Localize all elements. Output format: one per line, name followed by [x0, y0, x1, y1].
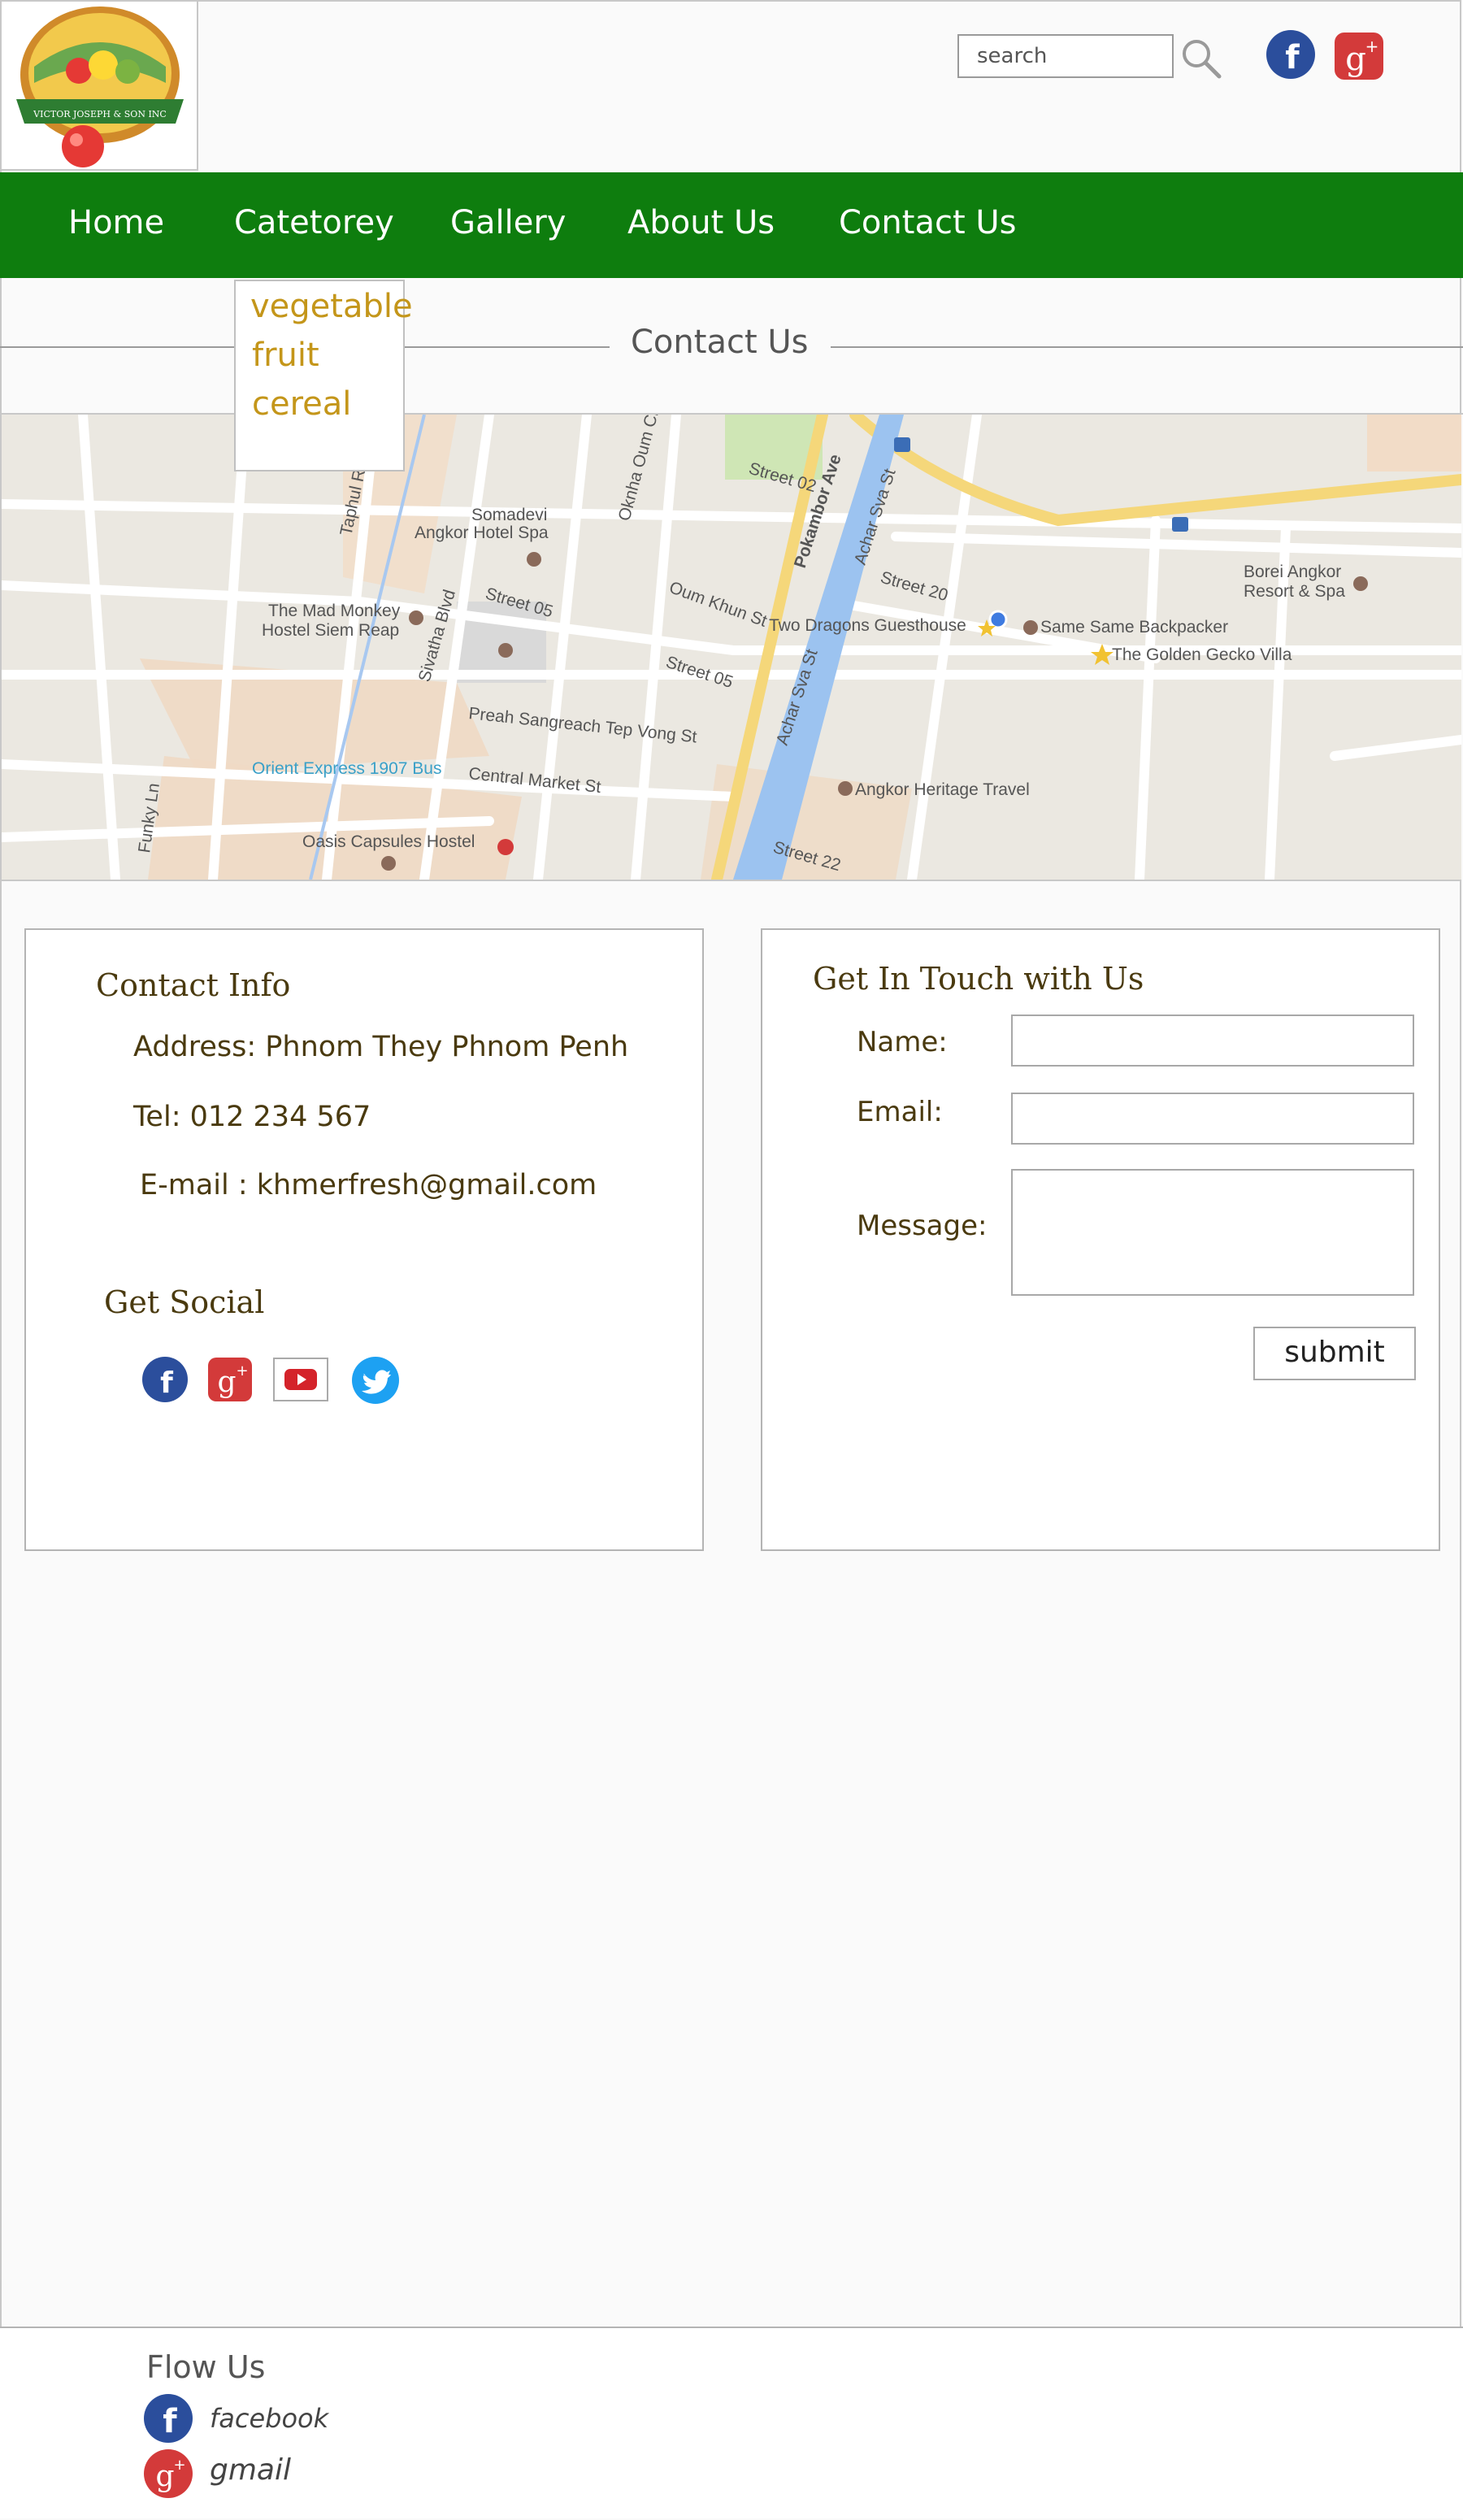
facebook-icon[interactable]: f [1265, 29, 1316, 80]
twitter-icon[interactable] [351, 1356, 400, 1405]
svg-text:Hostel Siem Reap: Hostel Siem Reap [262, 621, 399, 640]
name-field[interactable] [1011, 1015, 1414, 1067]
get-in-touch-panel: Get In Touch with Us Name: Email: Messag… [761, 928, 1440, 1551]
svg-text:Oasis Capsules Hostel: Oasis Capsules Hostel [302, 832, 475, 851]
nav-item-category[interactable]: Catetorey [234, 172, 394, 278]
email-label: Email: [857, 1096, 943, 1128]
footer-title: Flow Us [146, 2349, 266, 2385]
contact-tel: Tel: 012 234 567 [133, 1101, 371, 1133]
facebook-icon[interactable]: f [143, 2393, 193, 2444]
svg-text:Angkor Hotel Spa: Angkor Hotel Spa [415, 524, 549, 542]
svg-text:f: f [160, 1366, 173, 1400]
footer: Flow Us f facebook g + gmail [0, 2327, 1463, 2518]
category-dropdown: vegetable fruit cereal [234, 280, 413, 471]
dropdown-item-vegetable[interactable]: vegetable [250, 288, 413, 325]
svg-text:+: + [173, 2457, 185, 2474]
message-label: Message: [857, 1210, 988, 1242]
svg-text:Same Same Backpacker: Same Same Backpacker [1040, 618, 1228, 637]
contact-email[interactable]: E-mail : khmerfresh@gmail.com [140, 1169, 597, 1201]
contact-info-panel: Contact Info Address: Phnom They Phnom P… [24, 928, 704, 1551]
logo[interactable]: VICTOR JOSEPH & SON INC [0, 0, 198, 171]
email-field[interactable] [1011, 1093, 1414, 1145]
name-label: Name: [857, 1026, 948, 1058]
nav-item-about-us[interactable]: About Us [627, 172, 775, 278]
main-nav: Home Catetorey Gallery About Us Contact … [0, 172, 1463, 278]
svg-text:g: g [217, 1366, 236, 1399]
nav-item-home[interactable]: Home [68, 172, 164, 278]
svg-text:+: + [1365, 37, 1379, 56]
svg-text:+: + [236, 1362, 248, 1379]
contact-address: Address: Phnom They Phnom Penh [133, 1031, 629, 1063]
logo-emblem-icon: VICTOR JOSEPH & SON INC [16, 7, 184, 167]
svg-text:Orient Express 1907 Bus: Orient Express 1907 Bus [252, 759, 441, 778]
footer-link-gmail[interactable]: gmail [210, 2453, 291, 2487]
title-divider-right [831, 346, 1463, 348]
svg-text:Two Dragons Guesthouse: Two Dragons Guesthouse [769, 616, 966, 635]
header: VICTOR JOSEPH & SON INC search f g + [0, 0, 1463, 172]
svg-text:Resort & Spa: Resort & Spa [1244, 582, 1345, 601]
submit-button[interactable]: submit [1253, 1327, 1416, 1380]
svg-text:g: g [155, 2460, 174, 2493]
google-plus-icon[interactable]: g + [1333, 31, 1385, 81]
get-in-touch-heading: Get In Touch with Us [813, 961, 1144, 997]
facebook-icon[interactable]: f [141, 1356, 189, 1403]
dropdown-item-cereal[interactable]: cereal [252, 385, 351, 423]
svg-text:g: g [1345, 41, 1366, 78]
search-icon[interactable] [1180, 37, 1222, 80]
svg-text:f: f [163, 2403, 177, 2440]
svg-text:The Golden Gecko Villa: The Golden Gecko Villa [1112, 645, 1292, 664]
page-title: Contact Us [631, 324, 809, 361]
svg-text:Borei Angkor: Borei Angkor [1244, 563, 1341, 581]
nav-item-gallery[interactable]: Gallery [450, 172, 566, 278]
dropdown-item-fruit[interactable]: fruit [252, 337, 319, 374]
search-input[interactable]: search [957, 34, 1174, 78]
youtube-icon[interactable] [273, 1356, 328, 1403]
nav-item-contact-us[interactable]: Contact Us [839, 172, 1016, 278]
svg-text:f: f [1285, 39, 1300, 76]
get-social-heading: Get Social [104, 1284, 265, 1320]
svg-text:VICTOR JOSEPH & SON INC: VICTOR JOSEPH & SON INC [33, 109, 167, 119]
footer-link-facebook[interactable]: facebook [210, 2403, 328, 2434]
svg-text:Angkor Heritage Travel: Angkor Heritage Travel [855, 780, 1030, 799]
message-field[interactable] [1011, 1169, 1414, 1296]
svg-text:The Mad Monkey: The Mad Monkey [268, 602, 401, 620]
location-map[interactable]: Taphul Rd Somadevi Angkor Hotel Spa Oknh… [2, 415, 1461, 881]
contact-info-heading: Contact Info [96, 967, 291, 1003]
google-plus-icon[interactable]: g + [143, 2448, 193, 2499]
google-plus-icon[interactable]: g + [206, 1356, 254, 1403]
svg-text:Somadevi: Somadevi [471, 506, 547, 524]
